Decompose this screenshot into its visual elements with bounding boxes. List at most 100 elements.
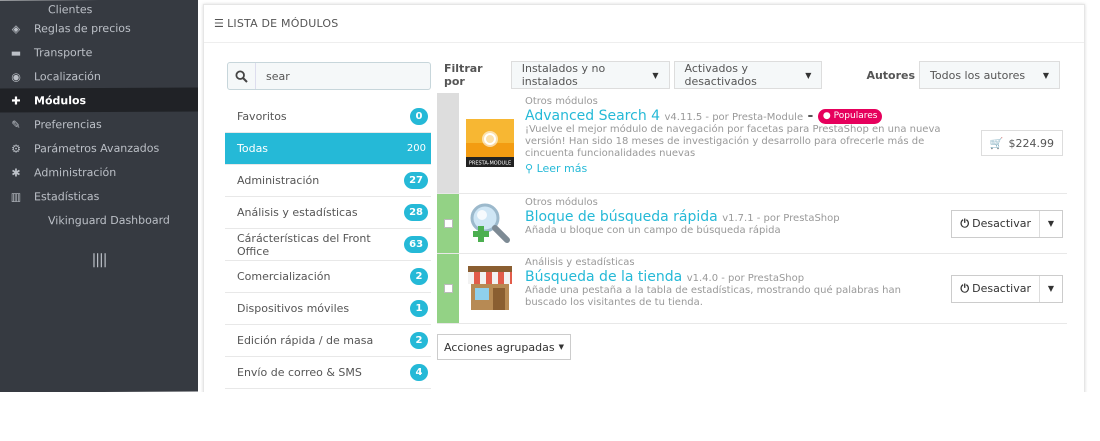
tag-icon: ◈ — [11, 21, 21, 35]
sidebar-item-estadisticas[interactable]: ▥ Estadísticas — [0, 183, 198, 208]
deactivate-button[interactable]: ⏻ Desactivar ▼ — [951, 209, 1063, 238]
sidebar-item-modulos[interactable]: ✚ Módulos — [0, 87, 198, 113]
module-row: Otros módulos Bloque de búsqueda rápida … — [437, 194, 1067, 254]
cart-icon: 🛒 — [989, 136, 1004, 150]
sidebar-item-label: Parámetros Avanzados — [34, 141, 160, 155]
module-name[interactable]: Bloque de búsqueda rápida — [525, 209, 718, 225]
truck-icon: ▬ — [10, 45, 22, 59]
page-title: LISTA DE MÓDULOS — [227, 17, 339, 30]
search-icon[interactable] — [228, 63, 256, 89]
filter-bar: Filtrar por Instalados y no instalados ▼… — [444, 60, 1064, 90]
category-count-badge: 2 — [410, 332, 428, 349]
module-category: Análisis y estadísticas — [525, 257, 635, 268]
module-row: Análisis y estadísticas Búsqueda de la t… — [437, 254, 1067, 324]
read-more-link[interactable]: ⚲ Leer más — [525, 162, 947, 175]
caret-down-icon: ▼ — [558, 343, 564, 351]
sidebar-item-localizacion[interactable]: ◉ Localización — [0, 63, 198, 88]
sidebar-item-transporte[interactable]: ▬ Transporte — [0, 39, 198, 64]
module-description: Añade una pestaña a la tabla de estadíst… — [525, 285, 901, 308]
sidebar-item-vikinguard[interactable]: Vikinguard Dashboard — [0, 207, 198, 232]
sidebar-item-parametros[interactable]: ⚙ Parámetros Avanzados — [0, 135, 198, 160]
buy-button[interactable]: 🛒 $224.99 — [980, 130, 1063, 156]
category-label: Dispositivos móviles — [237, 302, 350, 315]
module-status-strip — [437, 194, 459, 253]
deactivate-main[interactable]: ⏻ Desactivar — [952, 275, 1040, 302]
deactivate-button[interactable]: ⏻ Desactivar ▼ — [951, 274, 1063, 303]
module-category: Otros módulos — [525, 96, 598, 107]
module-title: Búsqueda de la tienda v1.4.0 - por Prest… — [525, 269, 947, 285]
active-filter-value: Activados y desactivados — [684, 62, 757, 88]
category-item[interactable]: Envío de correo & SMS 4 — [225, 357, 431, 389]
install-filter-select[interactable]: Instalados y no instalados ▼ — [510, 61, 670, 89]
category-count-badge: 27 — [404, 172, 428, 189]
svg-text:PRESTA-MODULE: PRESTA-MODULE — [469, 161, 511, 167]
sidebar-item-preferencias[interactable]: ✎ Preferencias — [0, 111, 198, 136]
authors-select[interactable]: Todos los autores ▼ — [919, 61, 1060, 89]
category-label: Envío de correo & SMS — [237, 366, 362, 379]
category-list: Favoritos 0 Todas 200 Administración 27 Anális… — [225, 55, 431, 421]
sidebar: Clientes ◈ Reglas de precios ▬ Transport… — [0, 0, 198, 393]
gear-icon: ✱ — [11, 165, 21, 179]
caret-down-icon[interactable]: ▼ — [1040, 219, 1062, 228]
sidebar-item-label: Vikinguard Dashboard — [48, 213, 170, 227]
active-filter-select[interactable]: Activados y desactivados ▼ — [673, 61, 823, 89]
module-info: Análisis y estadísticas Búsqueda de la t… — [521, 254, 947, 323]
module-logo: PRESTA-MODULE — [459, 93, 521, 193]
category-count-badge: 28 — [404, 204, 428, 221]
sidebar-item-reglas[interactable]: ◈ Reglas de precios — [0, 15, 198, 40]
bulk-actions-button[interactable]: Acciones agrupadas ▼ — [437, 334, 571, 360]
module-title: Bloque de búsqueda rápida v1.7.1 - por P… — [525, 209, 947, 225]
category-item[interactable]: Administración 27 — [225, 165, 431, 197]
wrench-icon: ✎ — [11, 117, 21, 131]
module-checkbox[interactable] — [443, 219, 453, 228]
sidebar-collapse-icon[interactable]: |||| — [0, 231, 198, 288]
search-box — [227, 62, 431, 90]
category-label: Análisis y estadísticas — [237, 206, 358, 219]
sidebar-item-clientes[interactable]: Clientes — [0, 0, 198, 17]
category-label: Cárácterísticas del Front Office — [237, 231, 371, 258]
popular-badge: ● Populares — [817, 108, 883, 124]
filter-label: Filtrar por — [444, 62, 483, 88]
cogs-icon: ⚙ — [11, 141, 21, 155]
bar-chart-icon: ▥ — [10, 189, 22, 203]
module-version: v1.7.1 - por PrestaShop — [722, 213, 840, 224]
category-item[interactable]: Favoritos 0 — [225, 101, 431, 133]
category-item[interactable]: Todas 200 — [225, 133, 431, 165]
panel-header: ☰ LISTA DE MÓDULOS — [204, 5, 1084, 43]
module-action: ⏻ Desactivar ▼ — [947, 254, 1067, 323]
module-status-strip — [437, 93, 459, 193]
sidebar-item-label: Localización — [34, 69, 101, 83]
sidebar-item-administracion[interactable]: ✱ Administración — [0, 159, 198, 184]
module-status-strip — [437, 254, 459, 323]
module-logo — [459, 194, 521, 253]
caret-down-icon: ▼ — [652, 70, 659, 80]
caret-down-icon[interactable]: ▼ — [1040, 284, 1062, 293]
category-count-badge: 0 — [410, 108, 428, 125]
module-version: v4.11.5 - por Presta-Module — [664, 112, 804, 123]
category-item[interactable]: Análisis y estadísticas 28 — [225, 197, 431, 229]
authors-value: Todos los autores — [930, 68, 1026, 82]
power-icon: ⏻ — [960, 281, 970, 295]
globe-icon: ◉ — [11, 69, 21, 83]
users-icon: ● — [822, 111, 831, 121]
sidebar-item-label: Administración — [34, 165, 117, 179]
category-item[interactable]: Comercialización 2 — [225, 261, 431, 293]
category-item[interactable]: Cárácterísticas del Front Office 63 — [225, 229, 431, 261]
category-item[interactable]: Edición rápida / de masa 2 — [225, 325, 431, 357]
module-name[interactable]: Advanced Search 4 — [525, 108, 660, 124]
sidebar-item-label: Módulos — [34, 93, 87, 107]
list-icon: ☰ — [214, 17, 225, 30]
module-checkbox[interactable] — [443, 284, 453, 293]
caret-down-icon: ▼ — [805, 70, 812, 80]
module-list: PRESTA-MODULE Otros módulos Advanced Sea… — [437, 93, 1067, 324]
sidebar-item-label: Transporte — [34, 45, 93, 59]
deactivate-main[interactable]: ⏻ Desactivar — [952, 210, 1040, 237]
module-name[interactable]: Búsqueda de la tienda — [525, 269, 682, 285]
category-count-badge: 4 — [410, 364, 428, 381]
search-input[interactable] — [256, 64, 430, 88]
category-item[interactable]: Dispositivos móviles 1 — [225, 293, 431, 325]
authors-label: Autores — [866, 68, 916, 82]
module-logo — [459, 254, 521, 323]
page-bottom — [0, 392, 1100, 441]
module-category: Otros módulos — [525, 197, 598, 208]
